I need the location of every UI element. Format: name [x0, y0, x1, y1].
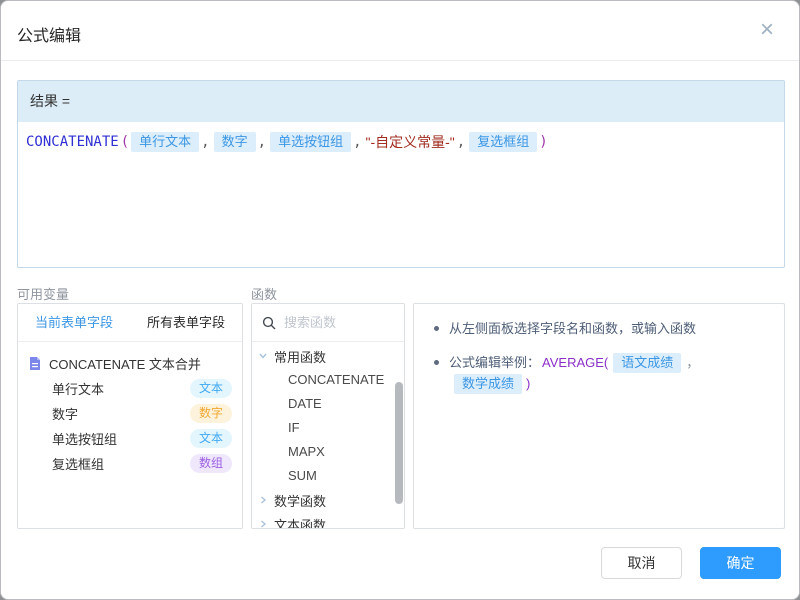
bullet-icon	[434, 360, 439, 365]
help-tip-1-text: 从左侧面板选择字段名和函数，或输入函数	[449, 318, 696, 339]
bullet-icon	[434, 326, 439, 331]
field-type-badge: 文本	[190, 379, 232, 398]
tab-all-form-fields[interactable]: 所有表单字段	[130, 304, 242, 341]
variable-field-row[interactable]: 数字 数字	[18, 401, 242, 426]
formula-line[interactable]: CONCATENATE(单行文本,数字,单选按钮组,"-自定义常量-",复选框组…	[18, 122, 784, 162]
functions-section-label: 函数	[251, 284, 277, 303]
scrollbar-thumb[interactable]	[395, 382, 403, 504]
formula-comma: ,	[258, 134, 266, 150]
function-category-row[interactable]: 常用函数	[252, 344, 404, 368]
help-tip-2: 公式编辑举例：AVERAGE(语文成绩， 数学成绩)	[432, 352, 766, 394]
dialog-title: 公式编辑	[17, 22, 81, 46]
document-icon	[28, 356, 42, 371]
variable-field-name: 数字	[52, 404, 78, 423]
field-type-badge: 数字	[190, 404, 232, 423]
formula-string: "-自定义常量-"	[366, 132, 455, 152]
function-tree: 常用函数 CONCATENATEDATEIFMAPXSUM 数学函数文本函数	[252, 342, 404, 528]
function-search-input[interactable]	[284, 315, 384, 330]
help-panel: 从左侧面板选择字段名和函数，或输入函数 公式编辑举例：AVERAGE(语文成绩，…	[413, 303, 785, 529]
result-label: 结果 =	[18, 81, 784, 122]
variable-field-row[interactable]: 单选按钮组 文本	[18, 426, 242, 451]
close-icon[interactable]: ×	[753, 17, 781, 45]
example-comma: ，	[686, 352, 699, 373]
variable-field-name: 单选按钮组	[52, 429, 117, 448]
function-search-row	[252, 304, 404, 342]
example-function: AVERAGE(	[542, 352, 608, 373]
variable-field-rows: 单行文本文本数字数字单选按钮组文本复选框组数组	[18, 376, 242, 476]
example-field-chip: 语文成绩	[613, 353, 681, 373]
variables-tabs: 当前表单字段 所有表单字段	[18, 304, 242, 342]
formula-field-chip: 数字	[214, 132, 256, 152]
formula-edit-dialog: 公式编辑 × 结果 = CONCATENATE(单行文本,数字,单选按钮组,"-…	[0, 0, 800, 600]
formula-field-chip: 复选框组	[469, 132, 537, 152]
function-item[interactable]: IF	[252, 416, 404, 440]
variable-field-row[interactable]: 单行文本 文本	[18, 376, 242, 401]
function-item[interactable]: CONCATENATE	[252, 368, 404, 392]
cancel-button[interactable]: 取消	[601, 547, 682, 579]
chevron-right-icon	[258, 519, 270, 528]
formula-comma: ,	[353, 134, 361, 150]
variables-list: CONCATENATE 文本合并 单行文本文本数字数字单选按钮组文本复选框组数组	[18, 342, 242, 476]
variable-group-row[interactable]: CONCATENATE 文本合并	[18, 350, 242, 376]
search-icon	[262, 316, 276, 330]
variable-field-name: 复选框组	[52, 454, 104, 473]
dialog-header: 公式编辑 ×	[1, 1, 799, 61]
help-tip-2-text: 公式编辑举例：AVERAGE(语文成绩， 数学成绩)	[449, 352, 766, 394]
function-item[interactable]: MAPX	[252, 440, 404, 464]
variables-section-label: 可用变量	[17, 284, 69, 303]
variable-group-label: CONCATENATE 文本合并	[49, 354, 201, 373]
formula-field-chip: 单选按钮组	[270, 132, 351, 152]
formula-field-chip: 单行文本	[131, 132, 199, 152]
formula-comma: ,	[201, 134, 209, 150]
example-close-paren: )	[526, 373, 530, 394]
function-category-row[interactable]: 数学函数	[252, 488, 404, 512]
formula-comma: ,	[457, 134, 465, 150]
confirm-button[interactable]: 确定	[700, 547, 781, 579]
tab-current-form-fields[interactable]: 当前表单字段	[18, 304, 130, 341]
function-category-label: 文本函数	[274, 515, 326, 529]
field-type-badge: 数组	[190, 454, 232, 473]
function-item[interactable]: SUM	[252, 464, 404, 488]
help-tip-2-prefix: 公式编辑举例：	[449, 352, 540, 373]
formula-paren: )	[539, 134, 547, 150]
function-item[interactable]: DATE	[252, 392, 404, 416]
chevron-down-icon	[258, 351, 270, 361]
function-category-label: 常用函数	[274, 347, 326, 366]
help-tip-1: 从左侧面板选择字段名和函数，或输入函数	[432, 318, 766, 339]
chevron-right-icon	[258, 495, 270, 505]
example-field-chip: 数学成绩	[454, 374, 522, 394]
variable-field-name: 单行文本	[52, 379, 104, 398]
functions-panel: 常用函数 CONCATENATEDATEIFMAPXSUM 数学函数文本函数	[251, 303, 405, 529]
function-category-row[interactable]: 文本函数	[252, 512, 404, 528]
formula-function: CONCATENATE	[26, 134, 119, 150]
function-category-label: 数学函数	[274, 491, 326, 510]
formula-editor: 结果 = CONCATENATE(单行文本,数字,单选按钮组,"-自定义常量-"…	[17, 80, 785, 268]
formula-paren: (	[121, 134, 129, 150]
variables-panel: 当前表单字段 所有表单字段 CONCATENATE 文本合并 单行文本文本数字数…	[17, 303, 243, 529]
field-type-badge: 文本	[190, 429, 232, 448]
variable-field-row[interactable]: 复选框组 数组	[18, 451, 242, 476]
